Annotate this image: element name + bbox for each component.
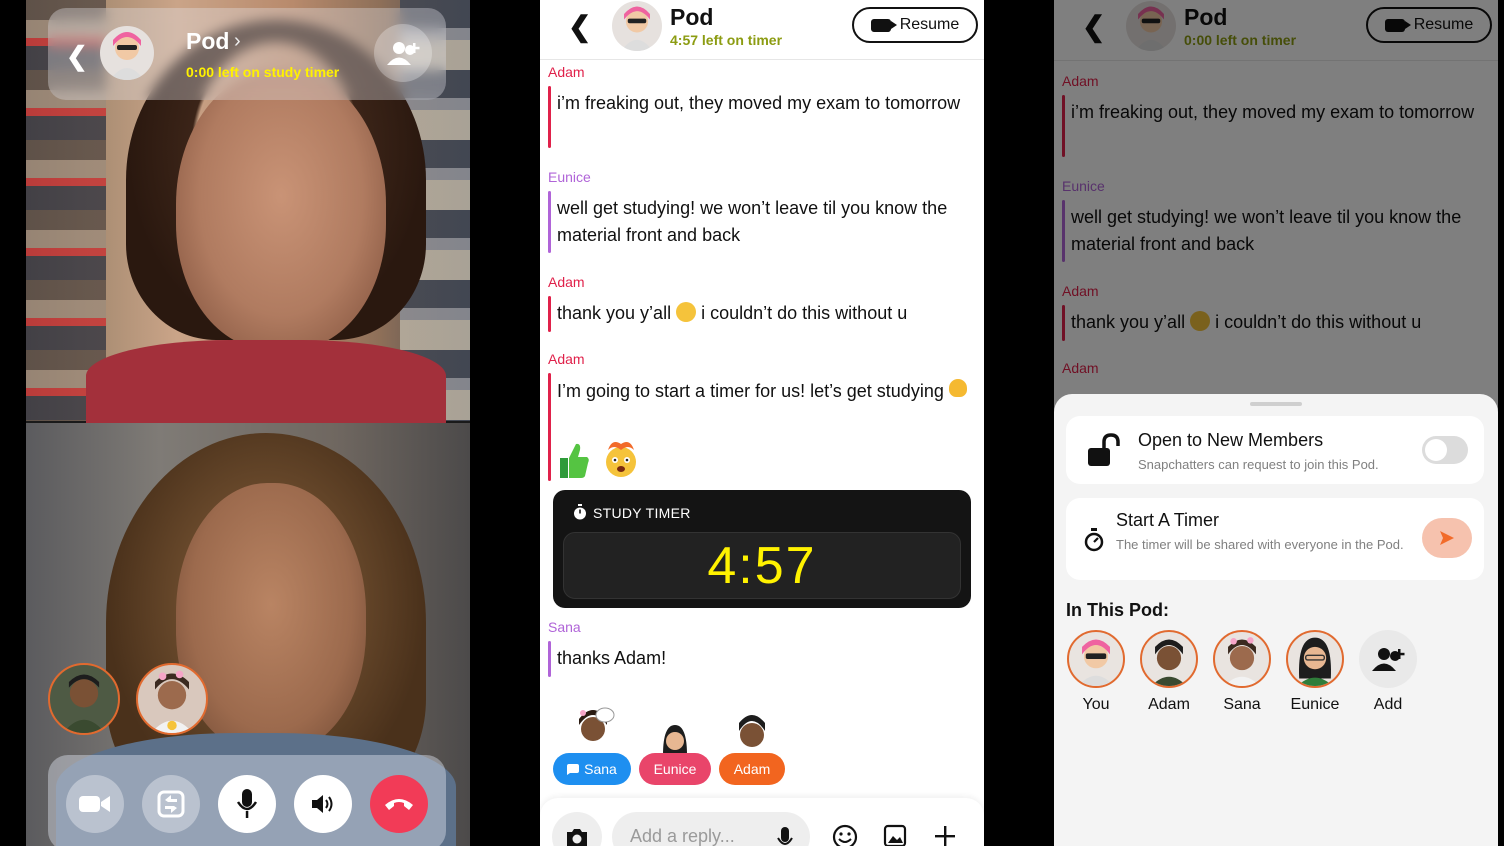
presence-eunice[interactable]: Eunice [639, 705, 711, 785]
microphone-icon [236, 789, 258, 818]
chat-header: ❮ Pod 4:57 left on timer Resume [540, 0, 984, 60]
open-members-desc: Snapchatters can request to join this Po… [1138, 457, 1379, 472]
member-adam[interactable]: Adam [1139, 630, 1199, 714]
video-camera-icon [870, 18, 897, 32]
resume-label: Resume [899, 16, 960, 33]
presence-pill: Sana [553, 753, 631, 785]
start-timer-desc: The timer will be shared with everyone i… [1116, 537, 1404, 552]
bitmoji-avatar [579, 707, 615, 741]
gallery-icon[interactable] [883, 824, 907, 846]
message-text: well get studying! we won’t leave til yo… [557, 198, 948, 245]
presence-pill: Adam [719, 753, 785, 785]
flexed-biceps-emoji-icon [948, 379, 967, 397]
pod-avatar[interactable] [612, 1, 662, 51]
open-members-title: Open to New Members [1138, 430, 1324, 450]
pod-settings-screen: ❮ Pod 0:00 left on timer Resume Adam i’m… [1054, 0, 1498, 846]
message-text: I’m going to start a timer for us! let’s… [557, 378, 982, 405]
chat-screen: ❮ Pod 4:57 left on timer Resume Adam i’m… [540, 0, 984, 846]
camera-button[interactable] [552, 812, 602, 846]
resume-button[interactable]: Resume [852, 7, 978, 43]
sheet-grabber[interactable] [1250, 402, 1302, 406]
plus-icon[interactable] [933, 824, 957, 846]
message-sender: Adam [548, 64, 585, 80]
flip-camera-button[interactable] [142, 775, 200, 833]
chat-timer-text: 4:57 left on timer [670, 32, 783, 48]
back-icon[interactable]: ❮ [568, 10, 591, 43]
message-sender: Adam [548, 274, 585, 290]
hang-up-icon [385, 799, 413, 810]
compose-bar: Add a reply... [540, 798, 984, 846]
participant-pip-adam[interactable] [48, 663, 120, 735]
speaker-button[interactable] [294, 775, 352, 833]
unlocked-padlock-icon [1088, 433, 1120, 466]
add-friend-icon [1372, 648, 1405, 671]
call-controls [48, 755, 446, 846]
presence-sana[interactable]: Sana [553, 705, 631, 785]
presence-pill: Eunice [639, 753, 711, 785]
add-member-button[interactable]: Add [1358, 630, 1418, 714]
message-text: i’m freaking out, they moved my exam to … [557, 93, 961, 113]
screenshot-stage: ❮ Pod › 0:00 left on study timer ❮ Pod 4… [0, 0, 1504, 846]
study-timer-value: 4:57 [563, 532, 961, 599]
video-call-screen: ❮ Pod › 0:00 left on study timer [26, 0, 470, 846]
video-camera-icon [79, 796, 110, 812]
speaker-icon [312, 795, 333, 813]
start-timer-button[interactable] [1422, 518, 1472, 558]
chevron-right-icon[interactable]: › [234, 30, 241, 53]
add-friend-button[interactable] [374, 24, 432, 82]
send-arrow-icon [1440, 531, 1454, 545]
chat-bubble-icon [567, 763, 580, 775]
microphone-icon[interactable] [776, 826, 794, 846]
message-text: thank you y’all i couldn’t do this witho… [557, 302, 908, 323]
member-you[interactable]: You [1066, 630, 1126, 714]
call-header: ❮ Pod › 0:00 left on study timer [48, 8, 446, 100]
emoji-icon[interactable] [832, 824, 858, 846]
add-friend-icon [387, 42, 420, 65]
message-text: thanks Adam! [557, 648, 667, 668]
chat-title[interactable]: Pod [670, 4, 713, 31]
presence-adam[interactable]: Adam [719, 705, 785, 785]
start-timer-title: Start A Timer [1116, 510, 1220, 530]
exploding-head-sticker-icon [606, 442, 636, 477]
camera-icon [567, 829, 587, 846]
stopwatch-icon [574, 504, 586, 520]
back-icon[interactable]: ❮ [66, 41, 88, 72]
call-timer-text: 0:00 left on study timer [186, 64, 340, 80]
bitmoji-avatar [739, 715, 765, 747]
in-pod-label: In This Pod: [1066, 600, 1169, 620]
message-sender: Eunice [548, 169, 591, 185]
end-call-button[interactable] [370, 775, 428, 833]
bitmoji-avatar [663, 725, 687, 755]
start-timer-card: Start A Timer The timer will be shared w… [1066, 498, 1484, 580]
video-toggle-button[interactable] [66, 775, 124, 833]
participant-pip-sana[interactable] [136, 663, 208, 735]
message-sender: Sana [548, 619, 581, 635]
study-timer-label: STUDY TIMER [593, 505, 691, 521]
member-eunice[interactable]: Eunice [1285, 630, 1345, 714]
open-members-toggle[interactable] [1422, 436, 1468, 464]
flip-camera-icon [157, 790, 185, 818]
study-timer-card[interactable]: STUDY TIMER 4:57 [553, 490, 971, 608]
member-sana[interactable]: Sana [1212, 630, 1272, 714]
thumbs-up-sticker-icon [560, 443, 589, 478]
pod-avatar[interactable] [100, 26, 154, 80]
pod-settings-sheet: Open to New Members Snapchatters can req… [1054, 394, 1498, 846]
call-title[interactable]: Pod [186, 28, 229, 55]
mic-button[interactable] [218, 775, 276, 833]
open-members-card: Open to New Members Snapchatters can req… [1066, 416, 1484, 484]
crying-emoji-icon [676, 302, 697, 322]
stopwatch-icon [1084, 528, 1104, 552]
message-sender: Adam [548, 351, 585, 367]
